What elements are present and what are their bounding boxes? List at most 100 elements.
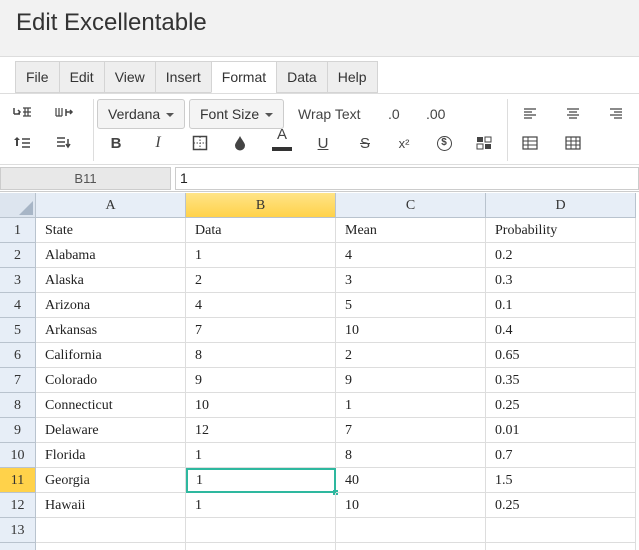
table-cell[interactable]: 12 <box>186 418 336 443</box>
table-cell[interactable] <box>36 518 186 543</box>
table-cell[interactable]: Colorado <box>36 368 186 393</box>
table-cell[interactable] <box>336 518 486 543</box>
font-size-dropdown[interactable]: Font Size <box>189 99 285 129</box>
table-cell[interactable]: 0.1 <box>486 293 636 318</box>
table-cell[interactable]: Hawaii <box>36 493 186 518</box>
italic-button[interactable]: I <box>146 131 170 155</box>
table-cell[interactable]: 1 <box>186 493 336 518</box>
menu-item-help[interactable]: Help <box>326 61 378 93</box>
row-header[interactable]: 2 <box>0 243 36 268</box>
table-cell[interactable]: Mean <box>336 218 486 243</box>
column-header-c[interactable]: C <box>336 193 486 218</box>
wrap-text-button[interactable]: Wrap Text <box>298 99 361 129</box>
align-center-icon[interactable] <box>561 102 585 126</box>
table-cell[interactable]: 7 <box>186 318 336 343</box>
table-cell[interactable] <box>336 543 486 550</box>
currency-button[interactable]: $ <box>432 131 456 155</box>
table-cell[interactable]: Alaska <box>36 268 186 293</box>
table-cell[interactable]: 10 <box>336 318 486 343</box>
table-cell[interactable]: Connecticut <box>36 393 186 418</box>
table-cell[interactable]: 9 <box>336 368 486 393</box>
table-cell[interactable]: State <box>36 218 186 243</box>
table-icon[interactable] <box>518 131 542 155</box>
table-cell[interactable]: 0.3 <box>486 268 636 293</box>
row-header[interactable]: 1 <box>0 218 36 243</box>
table-cell[interactable]: 10 <box>186 393 336 418</box>
row-header[interactable]: 7 <box>0 368 36 393</box>
table-cell[interactable]: Delaware <box>36 418 186 443</box>
table-cell[interactable]: 0.65 <box>486 343 636 368</box>
column-header-d[interactable]: D <box>486 193 636 218</box>
table-cell[interactable]: Probability <box>486 218 636 243</box>
menu-item-file[interactable]: File <box>15 61 59 93</box>
table-cell[interactable] <box>486 543 636 550</box>
text-color-button[interactable]: A <box>270 127 294 151</box>
table-cell[interactable]: 0.4 <box>486 318 636 343</box>
insert-column-icon[interactable] <box>52 102 76 126</box>
table-cell[interactable] <box>186 518 336 543</box>
table-cell[interactable]: 0.35 <box>486 368 636 393</box>
row-header[interactable]: 11 <box>0 468 36 493</box>
align-left-icon[interactable] <box>518 102 542 126</box>
conditional-format-icon[interactable] <box>472 131 496 155</box>
table-cell[interactable]: Arkansas <box>36 318 186 343</box>
row-header[interactable]: 13 <box>0 518 36 543</box>
table-cell[interactable]: 1 <box>186 243 336 268</box>
table-cell[interactable]: 3 <box>336 268 486 293</box>
font-family-dropdown[interactable]: Verdana <box>97 99 186 129</box>
table-cell[interactable]: 0.01 <box>486 418 636 443</box>
select-all-corner[interactable] <box>0 193 36 218</box>
insert-row-above-icon[interactable] <box>10 102 34 126</box>
row-header[interactable]: 9 <box>0 418 36 443</box>
table-cell[interactable]: 0.7 <box>486 443 636 468</box>
row-header[interactable]: 6 <box>0 343 36 368</box>
selected-cell[interactable]: 1 <box>186 468 336 493</box>
row-header[interactable]: 8 <box>0 393 36 418</box>
row-header[interactable]: 10 <box>0 443 36 468</box>
table-cell[interactable]: 0.25 <box>486 493 636 518</box>
table-cell[interactable]: 0.25 <box>486 393 636 418</box>
menu-item-data[interactable]: Data <box>276 61 327 93</box>
table-cell[interactable]: 1.5 <box>486 468 636 493</box>
name-box[interactable]: B11 <box>0 167 171 190</box>
menu-item-format[interactable]: Format <box>210 61 277 93</box>
formula-input[interactable]: 1 <box>175 167 639 190</box>
decrease-decimal-button[interactable]: .0 <box>388 99 400 129</box>
column-header-a[interactable]: A <box>36 193 186 218</box>
grid-icon[interactable] <box>561 131 585 155</box>
menu-item-edit[interactable]: Edit <box>58 61 104 93</box>
table-cell[interactable] <box>186 543 336 550</box>
row-header[interactable]: 3 <box>0 268 36 293</box>
row-header[interactable]: 12 <box>0 493 36 518</box>
menu-item-insert[interactable]: Insert <box>154 61 211 93</box>
align-right-icon[interactable] <box>604 102 628 126</box>
fill-color-icon[interactable] <box>228 131 252 155</box>
table-cell[interactable]: 4 <box>336 243 486 268</box>
table-cell[interactable]: 40 <box>336 468 486 493</box>
row-header[interactable]: 4 <box>0 293 36 318</box>
table-cell[interactable]: Georgia <box>36 468 186 493</box>
table-cell[interactable]: 2 <box>186 268 336 293</box>
table-cell[interactable]: 1 <box>186 443 336 468</box>
table-cell[interactable]: Alabama <box>36 243 186 268</box>
table-cell[interactable]: 9 <box>186 368 336 393</box>
table-cell[interactable]: Arizona <box>36 293 186 318</box>
column-header-b[interactable]: B <box>186 193 336 218</box>
delete-row-icon[interactable] <box>52 131 76 155</box>
table-cell[interactable]: Data <box>186 218 336 243</box>
menu-item-view[interactable]: View <box>103 61 155 93</box>
table-cell[interactable]: 10 <box>336 493 486 518</box>
table-cell[interactable] <box>486 518 636 543</box>
table-cell[interactable]: 4 <box>186 293 336 318</box>
bold-button[interactable]: B <box>104 131 128 155</box>
row-header[interactable]: 5 <box>0 318 36 343</box>
increase-decimal-button[interactable]: .00 <box>426 99 445 129</box>
table-cell[interactable]: 8 <box>186 343 336 368</box>
table-cell[interactable]: 0.2 <box>486 243 636 268</box>
table-cell[interactable]: 1 <box>336 393 486 418</box>
table-cell[interactable] <box>36 543 186 550</box>
border-icon[interactable] <box>188 131 212 155</box>
strikethrough-button[interactable]: S <box>353 131 377 155</box>
row-header[interactable] <box>0 543 36 550</box>
superscript-button[interactable]: x² <box>392 131 416 155</box>
